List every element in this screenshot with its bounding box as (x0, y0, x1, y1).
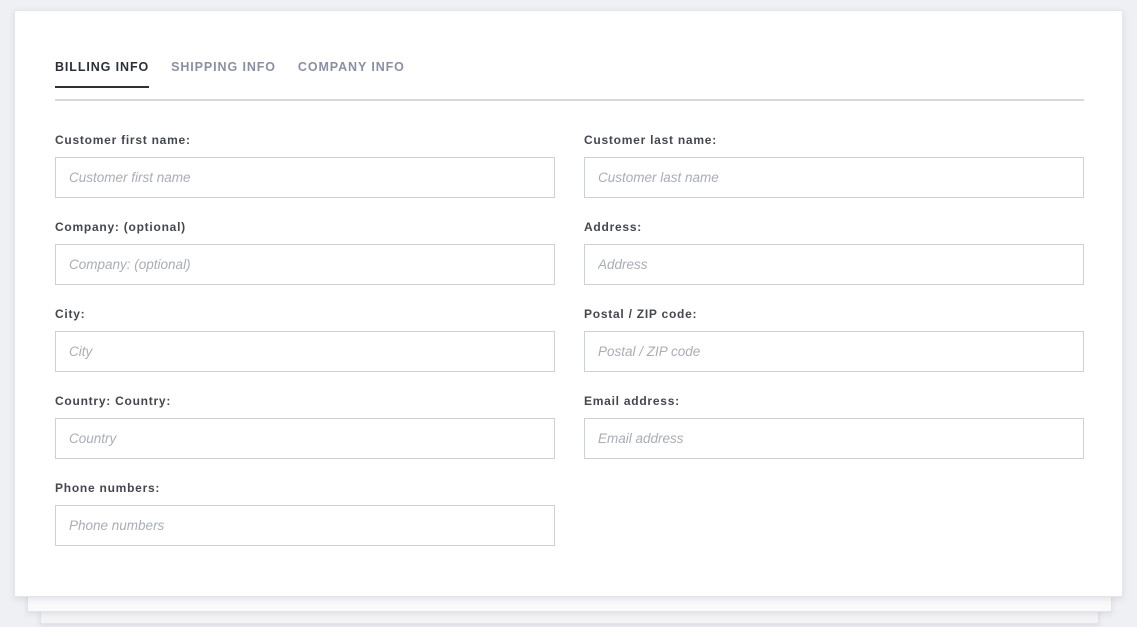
form-cell-address: Address: (584, 220, 1084, 307)
input-customer-first-name[interactable] (55, 157, 555, 198)
input-phone-numbers[interactable] (55, 505, 555, 546)
info-tabs: BILLING INFO SHIPPING INFO COMPANY INFO (55, 59, 1084, 101)
input-email-address[interactable] (584, 418, 1084, 459)
form-cell-customer-first-name: Customer first name: (55, 133, 555, 220)
label-customer-last-name: Customer last name: (584, 133, 717, 147)
field-country: Country: Country: (55, 394, 555, 459)
tab-shipping-info-label: SHIPPING INFO (171, 60, 276, 74)
tab-company-info-label: COMPANY INFO (297, 60, 405, 74)
label-company: Company: (optional) (55, 220, 186, 234)
billing-info-form: Customer first name: Customer last name:… (55, 133, 1084, 568)
form-cell-city: City: (55, 307, 555, 394)
form-cell-empty (584, 481, 1084, 568)
input-address[interactable] (584, 244, 1084, 285)
form-cell-country: Country: Country: (55, 394, 555, 481)
field-customer-first-name: Customer first name: (55, 133, 555, 198)
field-customer-last-name: Customer last name: (584, 133, 1084, 198)
form-cell-customer-last-name: Customer last name: (584, 133, 1084, 220)
tab-billing-info-label: BILLING INFO (55, 60, 150, 74)
label-address: Address: (584, 220, 643, 234)
label-customer-first-name: Customer first name: (55, 133, 191, 147)
field-postal-zip-code: Postal / ZIP code: (584, 307, 1084, 372)
label-email-address: Email address: (584, 394, 680, 408)
tab-company-info[interactable]: COMPANY INFO (298, 60, 405, 86)
billing-info-card: BILLING INFO SHIPPING INFO COMPANY INFO … (14, 10, 1123, 597)
form-cell-postal-zip-code: Postal / ZIP code: (584, 307, 1084, 394)
form-cell-company: Company: (optional) (55, 220, 555, 307)
input-company[interactable] (55, 244, 555, 285)
tab-shipping-info[interactable]: SHIPPING INFO (171, 60, 276, 86)
input-postal-zip-code[interactable] (584, 331, 1084, 372)
form-cell-email-address: Email address: (584, 394, 1084, 481)
label-phone-numbers: Phone numbers: (55, 481, 161, 495)
label-postal-zip-code: Postal / ZIP code: (584, 307, 698, 321)
form-cell-phone-numbers: Phone numbers: (55, 481, 555, 568)
input-country[interactable] (55, 418, 555, 459)
field-city: City: (55, 307, 555, 372)
input-customer-last-name[interactable] (584, 157, 1084, 198)
tab-billing-info[interactable]: BILLING INFO (55, 60, 150, 88)
field-email-address: Email address: (584, 394, 1084, 459)
label-city: City: (55, 307, 86, 321)
input-city[interactable] (55, 331, 555, 372)
card-stack: BILLING INFO SHIPPING INFO COMPANY INFO … (0, 0, 1137, 627)
field-phone-numbers: Phone numbers: (55, 481, 555, 546)
field-company: Company: (optional) (55, 220, 555, 285)
label-country: Country: Country: (55, 394, 172, 408)
field-address: Address: (584, 220, 1084, 285)
